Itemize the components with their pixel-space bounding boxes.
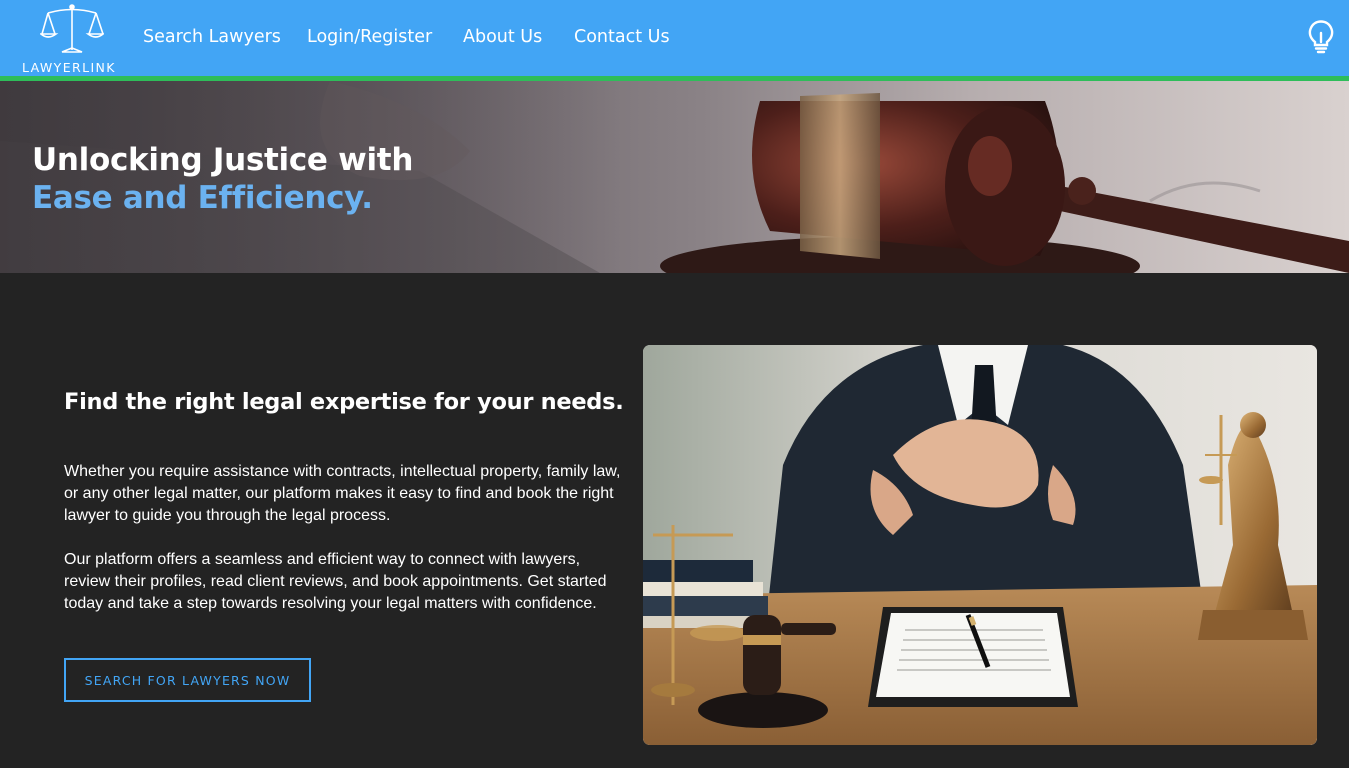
nav-about-us[interactable]: About Us	[463, 27, 542, 47]
hero-banner: Unlocking Justice with Ease and Efficien…	[0, 81, 1349, 273]
intro-paragraph: Whether you require assistance with cont…	[64, 463, 621, 524]
hero-title-line2: Ease and Efficiency.	[32, 180, 373, 216]
nav-search-lawyers[interactable]: Search Lawyers	[143, 27, 281, 47]
section-heading: Find the right legal expertise for your …	[64, 389, 624, 415]
lightbulb-icon[interactable]	[1307, 20, 1335, 54]
logo-text: LAWYERLINK	[22, 60, 116, 75]
hero-title: Unlocking Justice with Ease and Efficien…	[32, 141, 413, 217]
platform-paragraph: Our platform offers a seamless and effic…	[64, 551, 607, 612]
lawyer-desk-photo	[643, 345, 1317, 745]
nav-contact-us[interactable]: Contact Us	[574, 27, 670, 47]
top-navbar: LAWYERLINK Search Lawyers Login/Register…	[0, 0, 1349, 76]
scales-of-justice-icon	[40, 4, 104, 53]
nav-login-register[interactable]: Login/Register	[307, 27, 432, 47]
search-for-lawyers-button[interactable]: SEARCH FOR LAWYERS NOW	[64, 658, 311, 702]
hero-title-line1: Unlocking Justice with	[32, 142, 414, 178]
logo[interactable]: LAWYERLINK	[20, 4, 126, 75]
